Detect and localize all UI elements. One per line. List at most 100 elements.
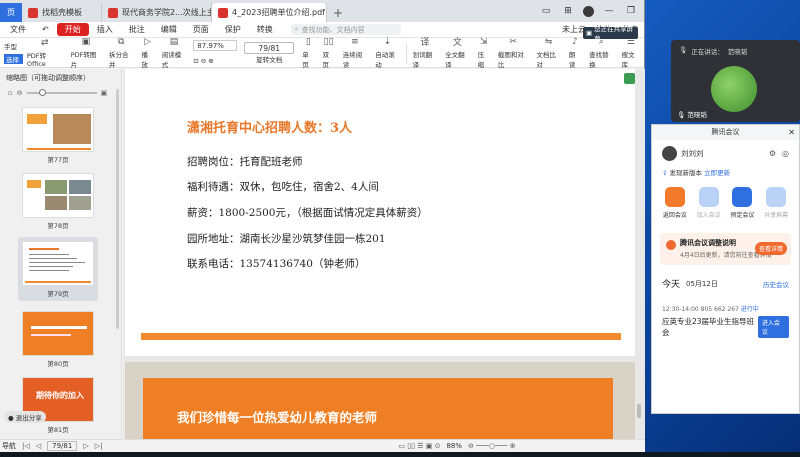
document-scrollbar[interactable] (637, 69, 641, 439)
full-translate-button[interactable]: 文全文翻译 (441, 38, 473, 69)
enter-meeting-button[interactable]: 进入会议 (757, 316, 789, 338)
pdf-to-image-button[interactable]: ▣ PDF转图片 (67, 37, 105, 69)
zoom-tools-icon[interactable]: ⊡ ⊖ ⊕ (193, 57, 237, 65)
exit-share-label: 退出分享 (15, 414, 42, 422)
exit-share-button[interactable]: ● 退出分享 (4, 411, 46, 423)
thumbnail-size-slider[interactable]: ▫ ⊖ ▣ (0, 87, 121, 99)
sidebar-scrollbar[interactable] (116, 89, 119, 329)
user-row: 刘刘刘 ⚙ ◎ (652, 140, 799, 167)
tab-bar: 页 找稻壳模板 现代商务学院2...次线上主题班会 4_2023招聘单位介绍.p… (0, 0, 644, 22)
thumbnail-page-81[interactable]: 期待你的加入 第81页 (18, 373, 98, 434)
thumbnail-page-79[interactable]: 第79页 (18, 237, 98, 301)
menu-undo-icon[interactable]: ↶ (34, 25, 57, 34)
zoom-out-icon[interactable]: ⊖ (17, 89, 23, 97)
double-page-button[interactable]: ▯▯ 双页 (318, 37, 338, 69)
share-banner-text: 您正在共享屏幕 (594, 25, 634, 43)
menu-file[interactable]: 文件 (2, 24, 34, 35)
speaker-icon: ♪ (572, 36, 578, 47)
grid-icon[interactable]: ⊞ (561, 6, 575, 16)
close-icon[interactable]: ✕ (788, 125, 795, 140)
compress-button[interactable]: ⇲ 压缩 (474, 37, 494, 69)
read-aloud-button[interactable]: ♪ 朗读 (565, 36, 585, 69)
scrollbar-thumb[interactable] (637, 404, 641, 418)
meeting-list-item[interactable]: 12:30-14:00 805 662 267 进行中 应英专业23届毕业生指导… (652, 290, 799, 338)
auto-scroll-button[interactable]: ⇣ 自动滚动 (371, 37, 403, 69)
layout-icon[interactable]: ▭ (539, 6, 553, 16)
screenshot-compare-button[interactable]: ✂ 截图和对比 (494, 36, 533, 69)
join-meeting-button[interactable]: 加入会议 (696, 187, 722, 219)
thumbnail-image (22, 311, 94, 356)
screen-share-icon: ▣ (586, 29, 593, 37)
document-viewport[interactable]: 潇湘托育中心招聘人数：3人 招聘岗位：托育配班老师 福利待遇：双休，包吃住，宿舍… (123, 69, 645, 439)
compare-icon: ⇋ (544, 36, 553, 47)
user-avatar[interactable] (662, 146, 677, 161)
today-date: 05月12日 (686, 279, 718, 288)
reading-mode-button[interactable]: ▤ 阅读模式 (158, 37, 190, 69)
participant-avatar (711, 66, 757, 112)
menu-comment[interactable]: 批注 (121, 24, 153, 35)
prev-page-icon[interactable]: ◁ (36, 442, 41, 450)
single-page-icon: ▯ (305, 36, 311, 47)
slider-knob[interactable] (38, 89, 46, 96)
pdf-to-office-button[interactable]: ⇄ PDF转Office (23, 38, 67, 68)
menu-insert[interactable]: 插入 (89, 24, 121, 35)
navigation-toggle[interactable]: 导航 (2, 441, 16, 451)
meeting-actions: 返回会议 加入会议 预定会议 共享屏幕 (652, 177, 799, 219)
new-tab-button[interactable]: + (327, 3, 349, 22)
thumbnail-label: 第77页 (47, 156, 69, 164)
play-button[interactable]: ▷ 播放 (138, 37, 158, 69)
tab-home[interactable]: 页 (0, 3, 22, 22)
status-page-input[interactable]: 79/81 (47, 441, 78, 451)
chat-icon[interactable]: ◎ (782, 149, 789, 158)
menu-convert[interactable]: 转换 (249, 24, 281, 35)
update-now-link[interactable]: 立即更新 (704, 169, 730, 177)
page-number-input[interactable]: 79/81 (244, 41, 295, 54)
tab-recruitment-pdf[interactable]: 4_2023招聘单位介绍.pdf ✕ (212, 3, 327, 22)
thumbnail-page-77[interactable]: 第77页 (18, 103, 98, 164)
thumbnail-page-80[interactable]: 第80页 (18, 307, 98, 368)
return-meeting-button[interactable]: 返回会议 (662, 187, 688, 219)
select-tool[interactable]: 选择 (4, 54, 23, 64)
word-translate-button[interactable]: 译划词翻译 (409, 38, 441, 69)
menu-page[interactable]: 页面 (185, 24, 217, 35)
view-details-button[interactable]: 查看详情 (754, 242, 787, 255)
thumbnail-page-78[interactable]: 第78页 (18, 169, 98, 230)
video-tile[interactable]: 🎙 正在讲话： 范晓韬 🎙 范晓韬 (671, 40, 800, 122)
search-input[interactable]: ⌕ 查找功能、文档内容 (290, 24, 401, 35)
zoom-select[interactable]: 87.97% (193, 40, 238, 51)
button-label: 截图和对比 (497, 50, 524, 69)
floating-tool-icon[interactable] (624, 73, 635, 84)
next-page-icon[interactable]: ▷ (83, 442, 88, 450)
schedule-meeting-button[interactable]: 预定会议 (730, 187, 756, 219)
zoom-slider[interactable]: ⊖ ───○─── ⊕ (468, 442, 516, 450)
screen-sharing-banner[interactable]: ▣ 您正在共享屏幕 (583, 25, 638, 43)
today-label: 今天 (662, 280, 681, 290)
hand-tool[interactable]: 手型 (4, 41, 23, 51)
share-screen-button[interactable]: 共享屏幕 (763, 187, 789, 219)
zoom-level[interactable]: 88% (446, 442, 462, 450)
slider-track[interactable] (26, 89, 97, 96)
button-label: 旋转文档 (256, 55, 283, 64)
menu-edit[interactable]: 编辑 (153, 24, 185, 35)
settings-icon[interactable]: ⚙ (769, 149, 776, 158)
menu-start[interactable]: 开始 (56, 23, 89, 36)
tab-label: 现代商务学院2...次线上主题班会 (122, 8, 211, 17)
tab-class-meeting-doc[interactable]: 现代商务学院2...次线上主题班会 (102, 3, 212, 22)
single-page-button[interactable]: ▯ 单页 (298, 36, 318, 69)
maximize-icon[interactable]: ❐ (624, 6, 638, 16)
last-page-icon[interactable]: ▷| (95, 442, 103, 450)
menu-protect[interactable]: 保护 (217, 24, 249, 35)
button-label: 全文翻译 (445, 51, 465, 69)
scissors-icon: ✂ (509, 36, 517, 47)
continuous-read-button[interactable]: ≡ 连续阅读 (339, 37, 371, 69)
view-mode-icons[interactable]: ▭ ▯▯ ☰ ▣ ⊙ (398, 442, 440, 450)
first-page-icon[interactable]: |◁ (22, 442, 30, 450)
separator (405, 42, 407, 63)
minimize-icon[interactable]: — (602, 6, 616, 16)
account-avatar[interactable] (583, 5, 594, 17)
rotate-doc-button[interactable]: 79/81 旋转文档 (240, 39, 298, 67)
tab-docer-templates[interactable]: 找稻壳模板 (22, 3, 102, 22)
split-merge-button[interactable]: ⧉ 拆分合并 (105, 37, 137, 69)
history-meetings-link[interactable]: 历史会议 (763, 279, 789, 289)
doc-compare-button[interactable]: ⇋ 文档比对 (532, 36, 564, 69)
